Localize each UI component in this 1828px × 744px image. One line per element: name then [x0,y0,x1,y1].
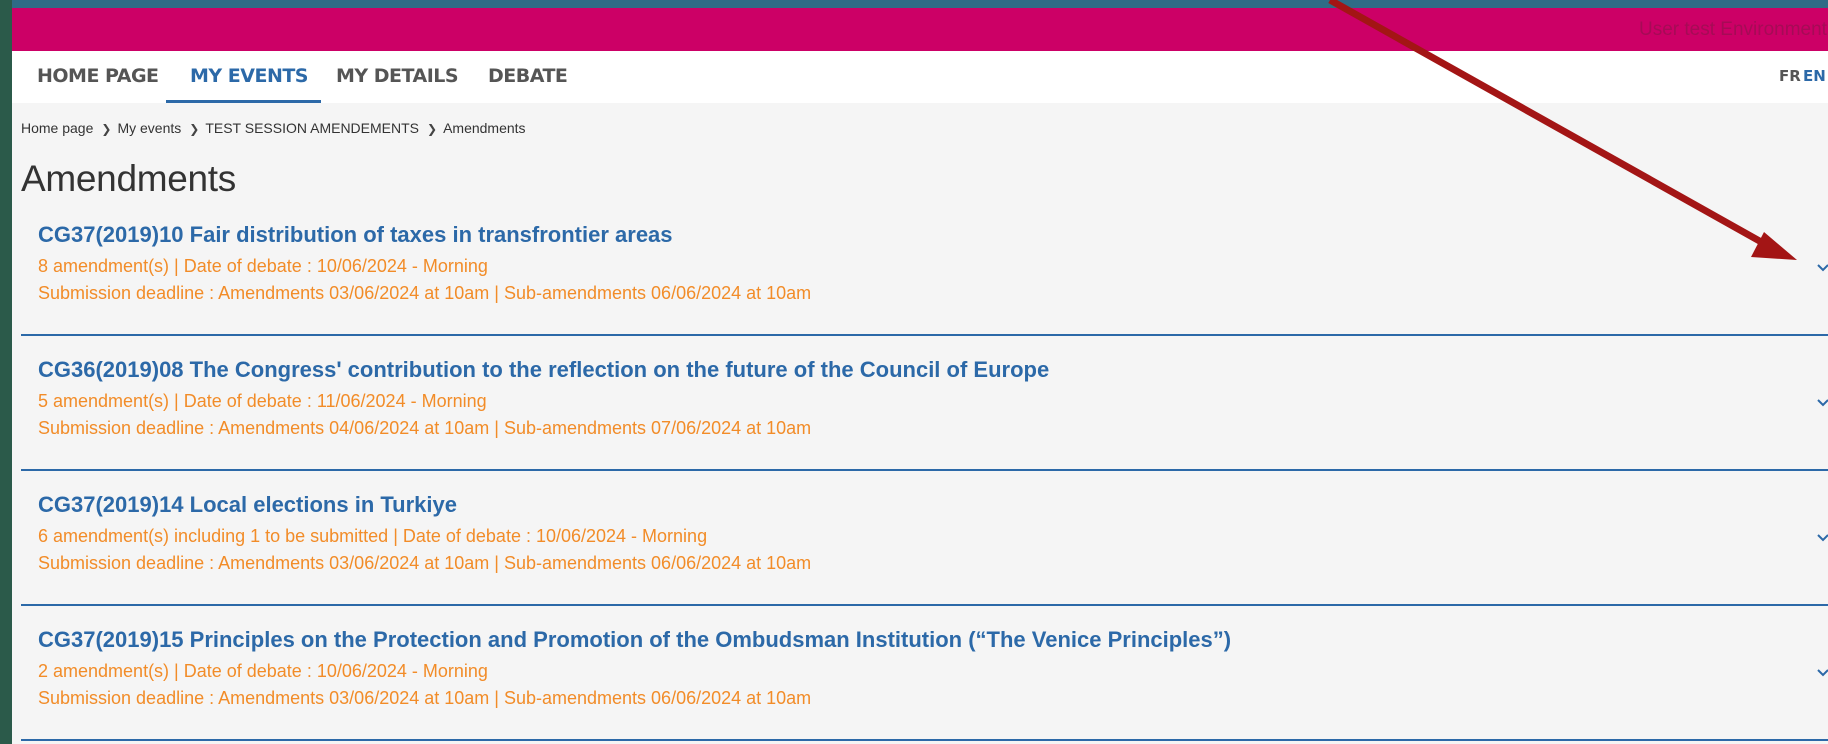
amendment-item[interactable]: CG37(2019)15 Principles on the Protectio… [21,607,1828,741]
breadcrumb: Home page ❯ My events ❯ TEST SESSION AMENDEM… [21,120,526,136]
item-title[interactable]: CG37(2019)14 Local elections in Turkiye [38,492,457,518]
item-deadline: Submission deadline : Amendments 03/06/2… [38,688,812,708]
nav-my-details[interactable]: MY DETAILS [336,51,459,103]
chevron-down-icon[interactable] [1813,258,1828,278]
item-title[interactable]: CG37(2019)15 Principles on the Protectio… [38,627,1231,653]
lang-en[interactable]: EN [1803,67,1826,85]
item-title[interactable]: CG37(2019)10 Fair distribution of taxes … [38,222,673,248]
environment-label: User test Environment [1639,19,1827,40]
nav-home-page[interactable]: HOME PAGE [37,51,159,103]
chevron-right-icon: ❯ [101,122,112,136]
item-deadline: Submission deadline : Amendments 04/06/2… [38,418,812,438]
lang-fr[interactable]: FR [1779,67,1801,85]
chevron-right-icon: ❯ [427,122,438,136]
item-summary: 2 amendment(s) | Date of debate : 10/06/… [38,661,488,681]
chevron-down-icon[interactable] [1813,393,1828,413]
page-title: Amendments [21,158,236,199]
item-deadline: Submission deadline : Amendments 03/06/2… [38,553,812,573]
chevron-down-icon[interactable] [1813,663,1828,683]
breadcrumb-session[interactable]: TEST SESSION AMENDEMENTS [205,120,419,136]
chevron-down-icon[interactable] [1813,528,1828,548]
item-summary: 6 amendment(s) including 1 to be submitt… [38,526,708,546]
environment-banner: User test Environment [12,8,1828,51]
amendment-item[interactable]: CG37(2019)14 Local elections in Turkiye … [21,472,1828,606]
nav-my-events[interactable]: MY EVENTS [190,51,309,103]
main-nav: HOME PAGE MY EVENTS MY DETAILS DEBATE FR… [12,51,1828,103]
chevron-right-icon: ❯ [189,122,200,136]
amendment-item[interactable]: CG37(2019)10 Fair distribution of taxes … [21,202,1828,336]
nav-debate[interactable]: DEBATE [488,51,568,103]
top-strip [12,0,1828,8]
breadcrumb-my-events[interactable]: My events [117,120,181,136]
breadcrumb-home[interactable]: Home page [21,120,93,136]
item-deadline: Submission deadline : Amendments 03/06/2… [38,283,812,303]
item-title[interactable]: CG36(2019)08 The Congress' contribution … [38,357,1049,383]
active-tab-indicator [166,100,321,103]
breadcrumb-current: Amendments [443,120,526,136]
app-window: User test Environment HOME PAGE MY EVENT… [12,0,1828,744]
item-summary: 5 amendment(s) | Date of debate : 11/06/… [38,391,487,411]
item-summary: 8 amendment(s) | Date of debate : 10/06/… [38,256,488,276]
amendment-item[interactable]: CG36(2019)08 The Congress' contribution … [21,337,1828,471]
